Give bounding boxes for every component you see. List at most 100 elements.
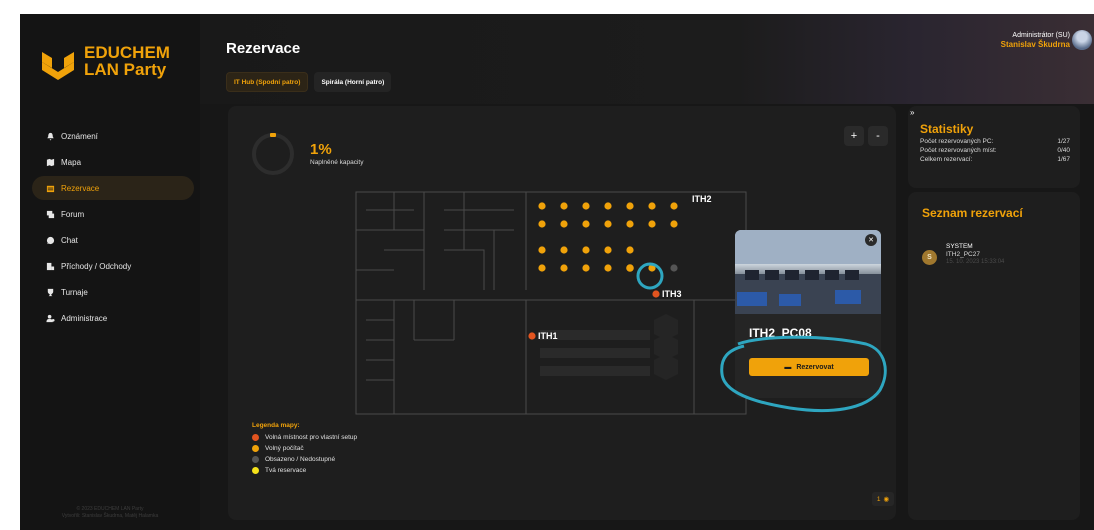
reservation-avatar: S [922, 250, 937, 265]
stats-value: 0/40 [1057, 147, 1070, 154]
legend-title: Legenda mapy: [252, 422, 300, 429]
forum-icon [46, 210, 55, 219]
sidebar-item-label: Mapa [61, 157, 82, 167]
page-title: Rezervace [226, 40, 301, 57]
stats-row: Počet rezervovaných míst: 0/40 [920, 147, 1070, 154]
map-legend: Legenda mapy: Volná místnost pro vlastní… [252, 422, 357, 476]
pc-seat [538, 264, 546, 272]
pc-seat [604, 264, 612, 272]
pc-seat [582, 264, 590, 272]
sidebar-item-label: Forum [61, 209, 85, 219]
legend-label: Volná místnost pro vlastní setup [265, 434, 358, 441]
calendar-icon [46, 184, 55, 193]
brand-line2: LAN Party [84, 60, 167, 79]
sidebar-item-forum[interactable]: Forum [32, 202, 194, 226]
stats-label: Celkem rezervací: [920, 156, 973, 163]
legend-dot-free-pc [252, 445, 259, 452]
stats-label: Počet rezervovaných míst: [920, 147, 997, 154]
pc-seat [670, 220, 678, 228]
capacity-ring [252, 133, 294, 175]
map-icon [46, 158, 55, 167]
pc-seat [560, 220, 568, 228]
user-menu[interactable]: Administrátor (SU) Stanislav Škudrna [1000, 30, 1092, 50]
sidebar-item-chat[interactable]: Chat [32, 228, 194, 252]
sidebar-item-mapa[interactable]: Mapa [32, 150, 194, 174]
reserve-label: Rezervovat [796, 363, 834, 371]
capacity-label: Naplněné kapacity [310, 159, 364, 166]
close-icon[interactable]: ✕ [865, 234, 877, 246]
sidebar-item-label: Turnaje [61, 287, 88, 297]
stats-value: 1/27 [1057, 138, 1070, 145]
legend-dot-occupied [252, 456, 259, 463]
pc-seat [648, 264, 656, 272]
pc-seat [670, 202, 678, 210]
pc-seat [626, 202, 634, 210]
pc-seat [648, 202, 656, 210]
pc-seat-occupied [670, 264, 678, 272]
viewers-badge[interactable]: 1 ◉ [872, 492, 894, 506]
stats-value: 1/67 [1057, 156, 1070, 163]
sidebar-item-oznameni[interactable]: Oznámení [32, 124, 194, 148]
room-ith1-label: ITH1 [538, 331, 558, 341]
pc-name: ITH2_PC08 [749, 326, 812, 340]
legend-dot-free-room [252, 434, 259, 441]
eye-icon: ◉ [883, 496, 890, 503]
pc-seat [604, 246, 612, 254]
pc-seat [582, 220, 590, 228]
legend-item: Volná místnost pro vlastní setup [252, 432, 357, 443]
sidebar-item-rezervace[interactable]: Rezervace [32, 176, 194, 200]
pc-room-photo: ✕ [735, 230, 881, 314]
room-ith2-label: ITH2 [692, 194, 712, 204]
pc-seat [604, 202, 612, 210]
double-chevron-right-icon[interactable]: » [910, 108, 914, 117]
legend-item: Tvá reservace [252, 465, 357, 476]
user-name: Stanislav Škudrna [1000, 40, 1070, 49]
zoom-out-button[interactable]: - [868, 126, 888, 146]
sidebar-item-label: Chat [61, 235, 78, 245]
pc-seat [538, 220, 546, 228]
legend-dot-your-reservation [252, 467, 259, 474]
user-role: Administrátor (SU) [1012, 32, 1070, 39]
room-ith3-label: ITH3 [662, 289, 682, 299]
pc-seat [560, 264, 568, 272]
pc-seat [560, 202, 568, 210]
monitor-icon: ▬ [784, 363, 792, 371]
tab-spirala[interactable]: Spirála (Horní patro) [314, 72, 392, 92]
pc-seat [582, 202, 590, 210]
reservation-user: SYSTEM [946, 243, 973, 250]
tab-it-hub[interactable]: IT Hub (Spodní patro) [226, 72, 309, 92]
sidebar: EDUCHEM LAN Party Oznámení Mapa Rezervac… [20, 14, 200, 530]
pc-detail-popup: ✕ ITH2_PC08 ▬ Rezervovat [735, 230, 881, 398]
bell-icon [46, 132, 55, 141]
zoom-in-button[interactable]: + [844, 126, 864, 146]
logo[interactable]: EDUCHEM LAN Party [38, 38, 188, 98]
reservation-pc: ITH2_PC27 [946, 251, 980, 258]
stats-panel: » Statistiky Počet rezervovaných PC: 1/27… [908, 106, 1080, 188]
arrivals-icon [46, 262, 55, 271]
room-ith1-marker [528, 332, 536, 340]
educhem-logo-icon [42, 52, 74, 80]
stats-title: Statistiky [920, 122, 974, 136]
brand-name: EDUCHEM LAN Party [84, 44, 170, 78]
sidebar-item-administrace[interactable]: Administrace [32, 306, 194, 330]
sidebar-item-turnaje[interactable]: Turnaje [32, 280, 194, 304]
legend-label: Tvá reservace [265, 467, 307, 474]
stats-row: Počet rezervovaných PC: 1/27 [920, 138, 1070, 145]
sidebar-item-label: Administrace [61, 313, 108, 323]
legend-label: Volný počítač [265, 445, 304, 452]
legend-item: Obsazeno / Nedostupné [252, 454, 357, 465]
reserve-button[interactable]: ▬ Rezervovat [749, 358, 869, 376]
pc-seat [538, 202, 546, 210]
brand-line1: EDUCHEM [84, 43, 170, 62]
sidebar-item-prichody[interactable]: Příchody / Odchody [32, 254, 194, 278]
sidebar-nav: Oznámení Mapa Rezervace Forum Chat Přích… [32, 124, 194, 332]
avatar[interactable] [1072, 30, 1092, 50]
room-ith3-marker [652, 290, 660, 298]
viewers-count: 1 [876, 495, 881, 503]
sidebar-item-label: Oznámení [61, 131, 98, 141]
admin-icon [46, 314, 55, 323]
reservations-panel: Seznam rezervací S SYSTEM ITH2_PC27 15. … [908, 192, 1080, 520]
footer-note: © 2023 EDUCHEM LAN Party Vytvořili: Stan… [61, 506, 159, 519]
pc-seat [626, 220, 634, 228]
sidebar-item-label: Příchody / Odchody [61, 261, 132, 271]
